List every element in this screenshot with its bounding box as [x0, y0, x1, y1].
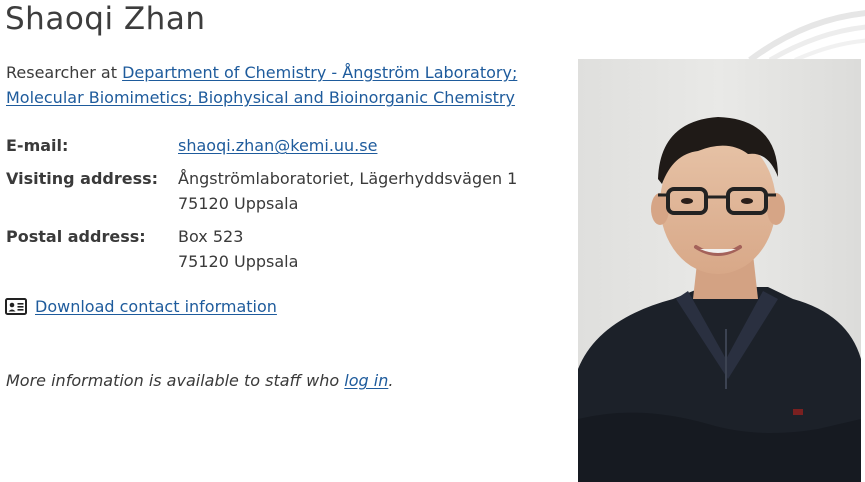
- page-title: Shaoqi Zhan: [5, 1, 206, 37]
- download-contact: Download contact information: [5, 294, 277, 319]
- portrait-photo: [578, 59, 861, 482]
- postal-address-row: Postal address: Box 523 75120 Uppsala: [6, 224, 517, 274]
- staff-note-prefix: More information is available to staff w…: [6, 371, 345, 390]
- postal-address-label: Postal address:: [6, 227, 146, 246]
- email-row: E-mail: shaoqi.zhan@kemi.uu.se: [6, 133, 517, 158]
- role-prefix: Researcher at: [6, 63, 123, 82]
- staff-note-suffix: .: [388, 371, 394, 390]
- affiliation: Researcher at Department of Chemistry - …: [6, 60, 546, 110]
- visiting-address-row: Visiting address: Ångströmlaboratoriet, …: [6, 166, 517, 216]
- visiting-address-label: Visiting address:: [6, 169, 159, 188]
- postal-address-line1: Box 523: [178, 227, 244, 246]
- email-link[interactable]: shaoqi.zhan@kemi.uu.se: [178, 136, 377, 155]
- download-contact-link[interactable]: Download contact information: [35, 294, 277, 319]
- staff-note: More information is available to staff w…: [6, 368, 393, 393]
- decorative-arcs: [748, 10, 865, 60]
- vcard-icon: [5, 298, 27, 315]
- email-label: E-mail:: [6, 136, 69, 155]
- postal-address-line2: 75120 Uppsala: [178, 252, 299, 271]
- visiting-address-line1: Ångströmlaboratoriet, Lägerhyddsvägen 1: [178, 169, 518, 188]
- visiting-address-line2: 75120 Uppsala: [178, 194, 299, 213]
- contact-table: E-mail: shaoqi.zhan@kemi.uu.se Visiting …: [6, 133, 517, 282]
- login-link[interactable]: log in: [344, 371, 388, 390]
